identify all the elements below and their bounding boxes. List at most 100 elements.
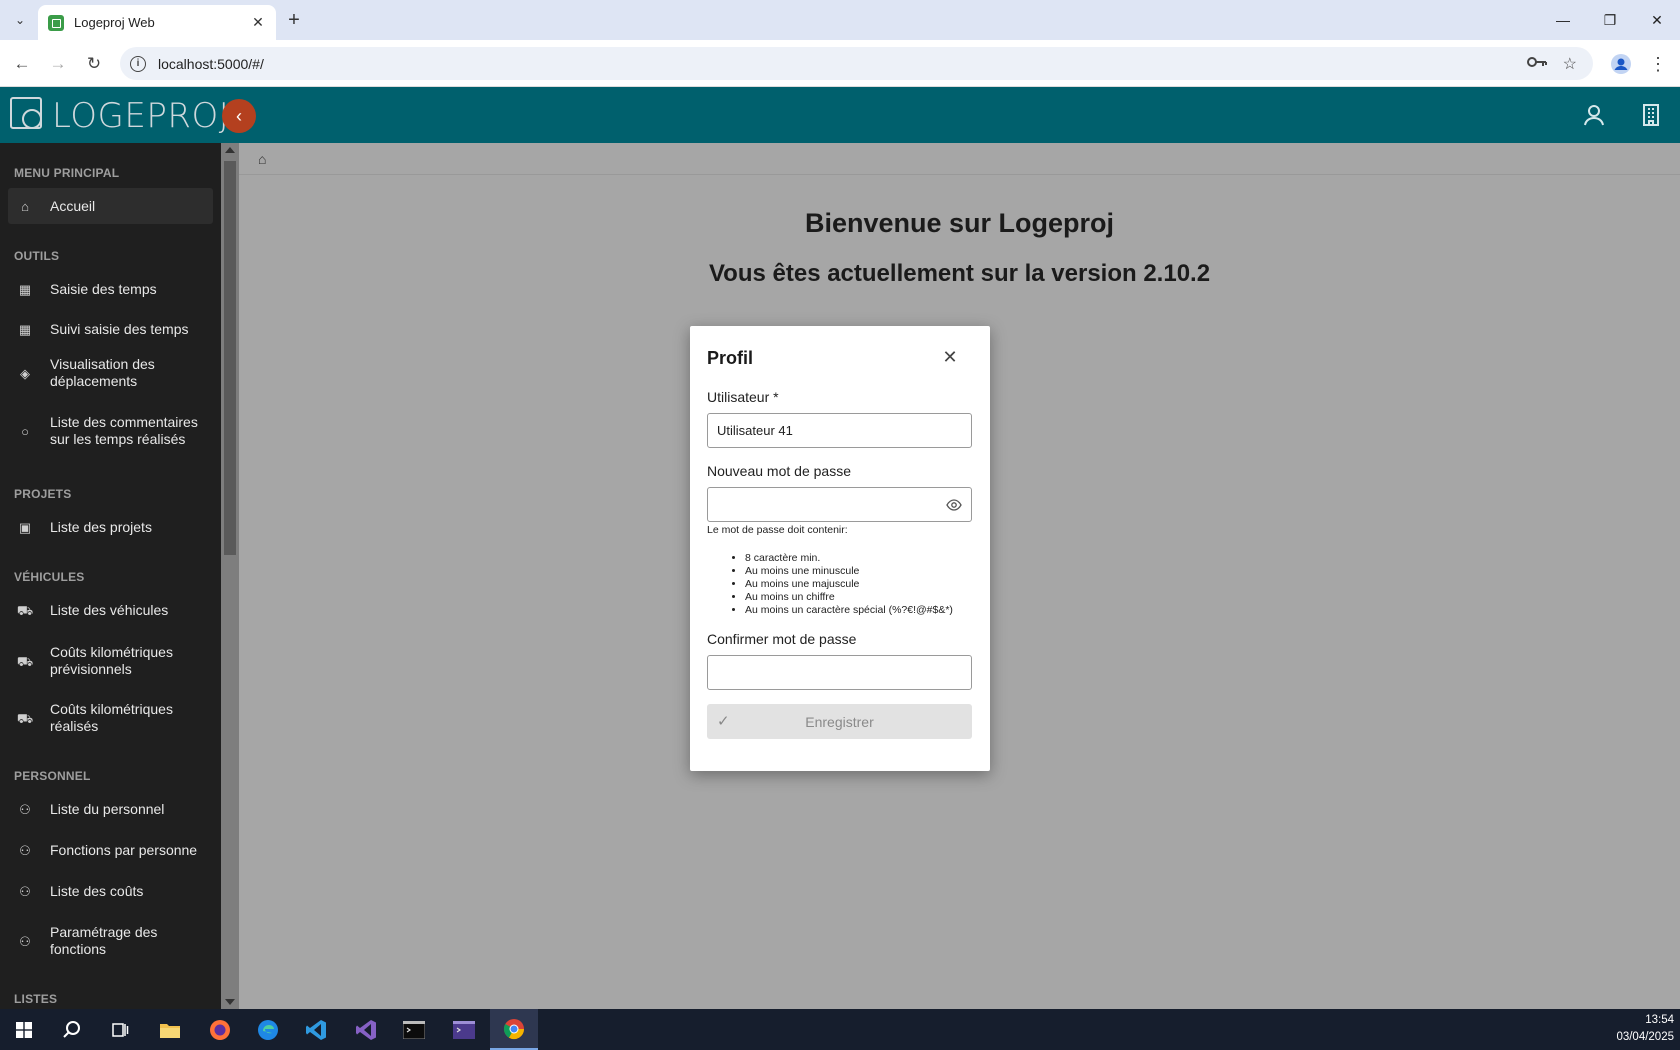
terminal-icon[interactable]: [390, 1009, 438, 1050]
edge-icon[interactable]: [244, 1009, 292, 1050]
save-button[interactable]: ✓ Enregistrer: [707, 704, 972, 739]
car-icon: ⛟: [16, 653, 34, 669]
taskbar: 13:54 03/04/2025: [0, 1009, 1680, 1050]
sidebar-item-liste-des-projets[interactable]: ▣ Liste des projets: [8, 509, 213, 545]
direction-icon: ◈: [20, 365, 30, 381]
calendar-icon: ▦: [18, 281, 32, 297]
check-icon: ✓: [717, 713, 730, 730]
tab-close-icon[interactable]: ✕: [248, 13, 268, 33]
powershell-icon[interactable]: [440, 1009, 488, 1050]
site-info-icon[interactable]: i: [130, 55, 146, 72]
sidebar-item-label: Liste des véhicules: [50, 601, 169, 618]
chrome-icon[interactable]: [490, 1009, 538, 1050]
address-bar[interactable]: i localhost:5000/#/ ☆: [120, 47, 1593, 80]
window-close-icon[interactable]: ✕: [1634, 0, 1680, 40]
app-logo-text: LOGEPROJ: [52, 96, 230, 136]
system-clock[interactable]: 13:54 03/04/2025: [1616, 1012, 1674, 1046]
password-rule: Au moins une minuscule: [745, 565, 953, 578]
sidebar-section-vehicules: VÉHICULES: [14, 570, 85, 584]
sidebar-item-label: Coûts kilométriques réalisés: [50, 701, 173, 734]
password-rule: Au moins un caractère spécial (%?€!@#$&*…: [745, 604, 953, 617]
sidebar-item-label: Liste des projets: [50, 518, 152, 535]
browser-menu-icon[interactable]: ⋮: [1645, 51, 1671, 77]
sidebar-item-couts-kilometriques-previsionnels[interactable]: ⛟ Coûts kilométriques prévisionnels: [8, 639, 213, 683]
search-icon[interactable]: [48, 1009, 96, 1050]
sidebar-item-suivi-saisie-des-temps[interactable]: ▦ Suivi saisie des temps: [8, 311, 213, 347]
visual-studio-icon[interactable]: [342, 1009, 390, 1050]
scroll-down-icon[interactable]: [225, 999, 235, 1005]
tab-title: Logeproj Web: [74, 15, 155, 30]
new-tab-plus-icon[interactable]: +: [282, 8, 306, 32]
sidebar-item-label: Liste des commentaires sur les temps réa…: [50, 414, 198, 447]
reload-icon[interactable]: ↻: [81, 51, 107, 77]
sidebar-item-fonctions-par-personne[interactable]: ⚇ Fonctions par personne: [8, 832, 213, 868]
breadcrumb: ⌂: [239, 143, 1680, 175]
vscode-icon[interactable]: [292, 1009, 340, 1050]
password-key-icon[interactable]: [1526, 55, 1547, 73]
browser-tabbar: ⌄ Logeproj Web ✕ + — ❐ ✕: [0, 0, 1680, 40]
dialog-title: Profil: [707, 348, 754, 368]
user-profile-icon[interactable]: [1578, 99, 1610, 131]
sidebar-item-liste-du-personnel[interactable]: ⚇ Liste du personnel: [8, 791, 213, 827]
logeproj-logo-icon: [10, 97, 42, 129]
sidebar-section-projets: PROJETS: [14, 487, 72, 501]
browser-tab[interactable]: Logeproj Web ✕: [38, 5, 276, 40]
people-icon: ⚇: [19, 801, 31, 817]
password-rules-list: 8 caractère min. Au moins une minuscule …: [745, 552, 953, 617]
sidebar-item-label: Visualisation des déplacements: [50, 356, 155, 389]
people-icon: ⚇: [19, 842, 31, 858]
sidebar-item-liste-des-vehicules[interactable]: ⛟ Liste des véhicules: [8, 592, 213, 628]
sidebar-item-parametrage-des-fonctions[interactable]: ⚇ Paramétrage des fonctions: [8, 919, 213, 963]
sidebar-item-label: Paramétrage des fonctions: [50, 924, 158, 957]
scrollbar-thumb[interactable]: [224, 161, 236, 555]
firefox-icon[interactable]: [196, 1009, 244, 1050]
sidebar-item-label: Coûts kilométriques prévisionnels: [50, 644, 173, 677]
confirm-password-label: Confirmer mot de passe: [707, 631, 857, 647]
password-rule: Au moins une majuscule: [745, 578, 953, 591]
sidebar-item-couts-kilometriques-realises[interactable]: ⛟ Coûts kilométriques réalisés: [8, 696, 213, 740]
back-arrow-icon[interactable]: ←: [9, 51, 35, 77]
tab-search-chevron-icon[interactable]: ⌄: [8, 8, 32, 32]
sidebar-item-label: Accueil: [50, 197, 96, 214]
bookmark-star-icon[interactable]: ☆: [1563, 54, 1577, 74]
people-icon: ⚇: [19, 933, 31, 949]
sidebar-scrollbar[interactable]: [221, 143, 239, 1009]
sidebar: MENU PRINCIPAL ⌂ Accueil OUTILS ▦ Saisie…: [0, 143, 221, 1009]
dialog-close-icon[interactable]: ✕: [939, 346, 961, 368]
collapse-sidebar-button[interactable]: ‹: [222, 99, 256, 133]
sidebar-section-listes: LISTES: [14, 992, 58, 1006]
forward-arrow-icon[interactable]: →: [45, 51, 71, 77]
restore-icon[interactable]: ❐: [1587, 0, 1633, 40]
sidebar-item-liste-des-couts[interactable]: ⚇ Liste des coûts: [8, 873, 213, 909]
breadcrumb-home-icon[interactable]: ⌂: [258, 151, 266, 167]
confirm-password-field[interactable]: [707, 655, 972, 690]
windows-start-icon[interactable]: [0, 1009, 48, 1050]
browser-toolbar: ← → ↻ i localhost:5000/#/ ☆ ⋮: [0, 40, 1680, 87]
sidebar-item-liste-des-commentaires[interactable]: ○ Liste des commentaires sur les temps r…: [8, 409, 213, 453]
profile-avatar-icon[interactable]: [1608, 51, 1634, 77]
sidebar-item-visualisation-des-deplacements[interactable]: ◈ Visualisation des déplacements: [8, 351, 213, 395]
car-icon: ⛟: [16, 710, 34, 726]
new-password-label: Nouveau mot de passe: [707, 463, 851, 479]
scroll-up-icon[interactable]: [225, 147, 235, 153]
password-rule: 8 caractère min.: [745, 552, 953, 565]
sidebar-item-label: Saisie des temps: [50, 280, 157, 297]
user-field[interactable]: Utilisateur 41: [707, 413, 972, 448]
minimize-icon[interactable]: —: [1540, 0, 1586, 40]
sidebar-item-accueil[interactable]: ⌂ Accueil: [8, 188, 213, 224]
show-password-eye-icon[interactable]: [946, 497, 962, 513]
sidebar-section-menu-principal: MENU PRINCIPAL: [14, 166, 120, 180]
clock-time: 13:54: [1645, 1014, 1674, 1026]
file-explorer-icon[interactable]: [146, 1009, 194, 1050]
task-view-icon[interactable]: [96, 1009, 144, 1050]
welcome-title: Bienvenue sur Logeproj: [804, 208, 1115, 238]
home-icon: ⌂: [21, 198, 29, 214]
sidebar-item-label: Fonctions par personne: [50, 841, 198, 858]
clock-date: 03/04/2025: [1616, 1031, 1674, 1043]
building-icon[interactable]: [1635, 99, 1667, 131]
new-password-field[interactable]: [707, 487, 972, 522]
sidebar-item-saisie-des-temps[interactable]: ▦ Saisie des temps: [8, 271, 213, 307]
people-icon: ⚇: [19, 883, 31, 899]
sidebar-item-label: Liste des coûts: [50, 882, 144, 899]
sidebar-item-label: Suivi saisie des temps: [50, 320, 189, 337]
